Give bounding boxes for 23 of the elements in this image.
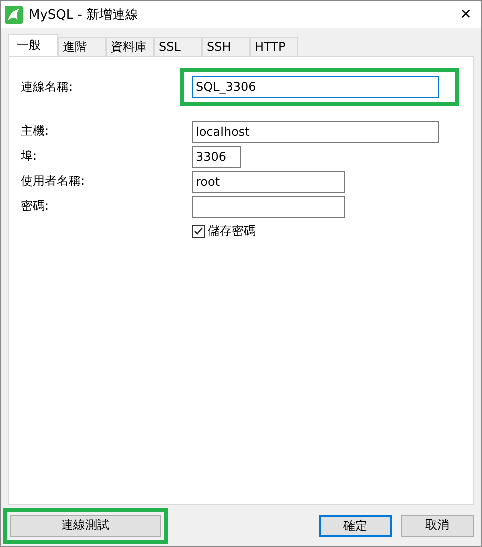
field-label: 密碼:	[21, 198, 50, 215]
checkbox-label: 儲存密碼	[208, 223, 256, 240]
input-field[interactable]: 3306	[192, 146, 241, 168]
tab[interactable]: HTTP	[250, 37, 298, 56]
field-label: 連線名稱:	[21, 78, 74, 96]
tab[interactable]: SSH	[202, 37, 250, 56]
field-label: 主機:	[21, 123, 50, 140]
tab[interactable]: 一般	[8, 34, 58, 56]
checkbox[interactable]	[192, 225, 205, 238]
window-title: MySQL - 新增連線	[29, 6, 140, 24]
tab[interactable]: 進階	[58, 37, 106, 56]
tab[interactable]: SSL	[154, 37, 202, 56]
input-field[interactable]: SQL_3306	[192, 76, 439, 98]
input-field[interactable]: localhost	[192, 120, 439, 142]
field-label: 埠:	[21, 148, 38, 165]
input-field[interactable]: root	[192, 170, 345, 192]
tab[interactable]: 資料庫	[106, 37, 154, 56]
dialog-button[interactable]: 取消	[401, 514, 474, 536]
input-field[interactable]	[192, 196, 345, 218]
field-label: 使用者名稱:	[21, 173, 86, 190]
dialog-button[interactable]: 連線測試	[10, 514, 161, 536]
close-button[interactable]: ✕	[451, 6, 481, 22]
dialog-button[interactable]: 確定	[319, 514, 392, 536]
